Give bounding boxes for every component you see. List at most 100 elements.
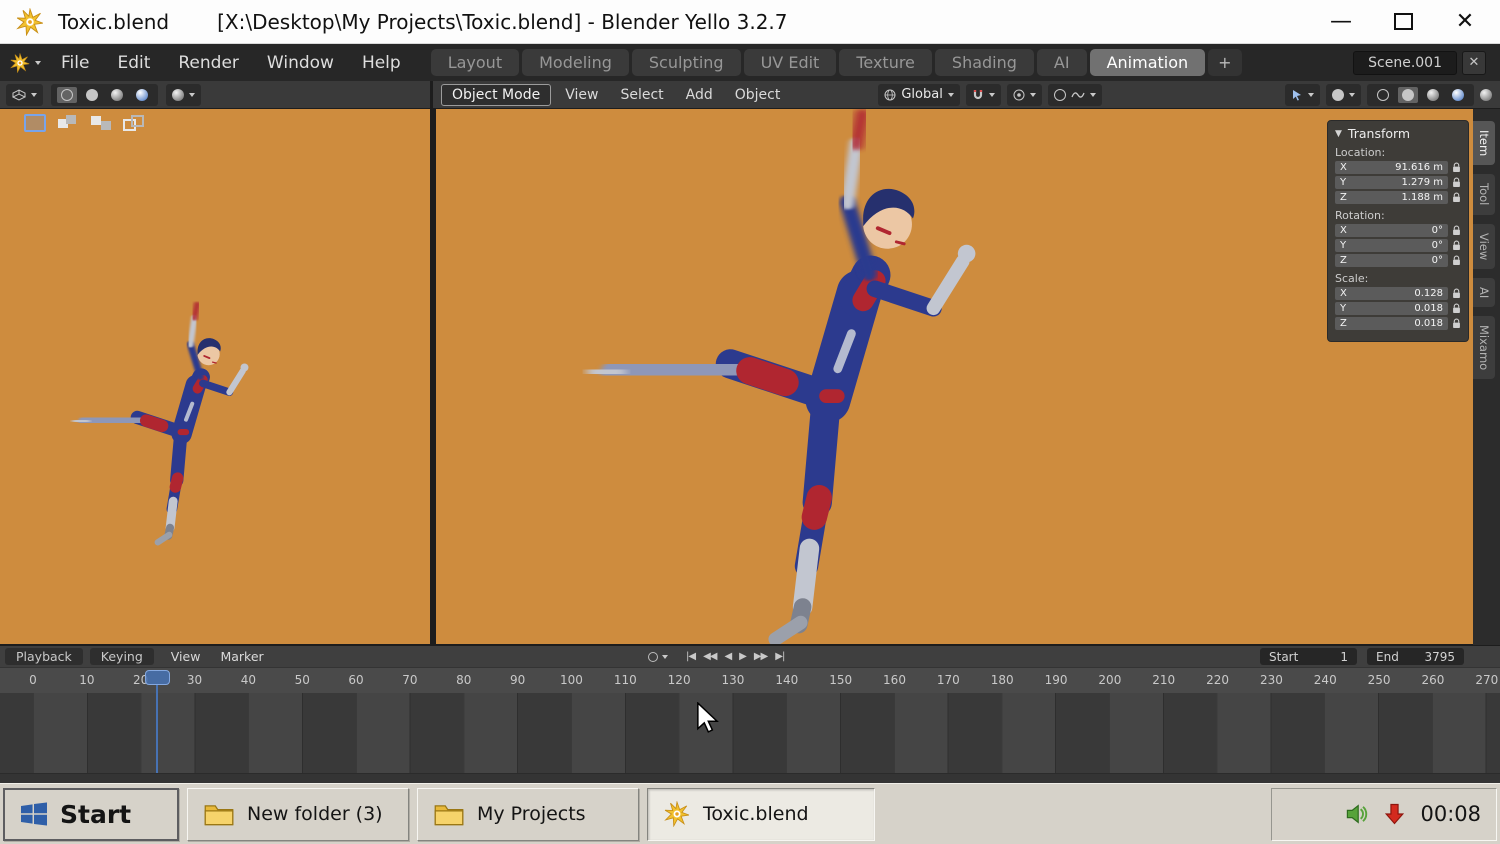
scale-z-field[interactable]: Z 0.018 — [1335, 317, 1448, 330]
proportional-falloff-button[interactable] — [1047, 83, 1102, 106]
layout-preset-icon[interactable] — [57, 114, 79, 132]
mode-dropdown[interactable]: Object Mode — [441, 83, 552, 106]
main-3d-viewport[interactable]: ▼ Transform Location: X 91.616 m Y 1.279 m… — [436, 109, 1473, 645]
sidebar-tab-item[interactable]: Item — [1473, 121, 1495, 166]
material-mode-button[interactable] — [1423, 87, 1443, 103]
shading-options-icon[interactable] — [1480, 88, 1492, 101]
auto-key-button[interactable] — [648, 651, 658, 662]
gizmos-button[interactable] — [1285, 83, 1320, 106]
taskbar-item-toxic-blend[interactable]: Toxic.blend — [647, 787, 875, 841]
character-object-small[interactable] — [70, 301, 256, 549]
sidebar-tab-view[interactable]: View — [1473, 223, 1495, 269]
sidebar-tab-mixamo[interactable]: Mixamo — [1473, 316, 1495, 380]
maximize-button[interactable] — [1390, 9, 1416, 35]
lock-icon[interactable] — [1452, 303, 1461, 314]
lock-icon[interactable] — [1452, 162, 1461, 173]
editor-type-button[interactable] — [6, 83, 43, 106]
next-keyframe-button[interactable]: ▶▶ — [752, 651, 769, 662]
scale-x-field[interactable]: X 0.128 — [1335, 287, 1448, 300]
tab-uv-edit[interactable]: UV Edit — [743, 49, 837, 76]
timeline-tracks[interactable] — [0, 693, 1500, 773]
prev-keyframe-button[interactable]: ◀◀ — [701, 651, 718, 662]
menu-timeline-view[interactable]: View — [161, 649, 211, 664]
layout-preset-icon[interactable] — [90, 114, 112, 132]
menu-help[interactable]: Help — [348, 53, 415, 73]
tab-modeling[interactable]: Modeling — [522, 49, 629, 76]
taskbar-item-my-projects[interactable]: My Projects — [417, 787, 639, 841]
character-object[interactable] — [582, 109, 992, 645]
transform-orientation-dropdown[interactable]: Global — [878, 83, 960, 106]
blender-menu-button[interactable] — [10, 53, 41, 73]
scene-unlink-button[interactable]: ✕ — [1462, 50, 1486, 75]
layout-preset-icon-active[interactable] — [24, 114, 46, 132]
download-tray-icon[interactable] — [1385, 803, 1404, 825]
location-y-field[interactable]: Y 1.279 m — [1335, 176, 1448, 189]
location-x-row: X 91.616 m — [1335, 161, 1461, 174]
location-z-field[interactable]: Z 1.188 m — [1335, 191, 1448, 204]
end-frame-field[interactable]: End 3795 — [1367, 648, 1464, 665]
menu-select[interactable]: Select — [612, 87, 671, 103]
secondary-3d-viewport[interactable] — [0, 109, 430, 645]
wireframe-mode-button[interactable] — [1373, 87, 1393, 103]
shading-rendered-button[interactable] — [132, 87, 152, 103]
lock-icon[interactable] — [1452, 225, 1461, 236]
overlays-dropdown-button[interactable] — [1326, 83, 1361, 106]
scale-y-field[interactable]: Y 0.018 — [1335, 302, 1448, 315]
lock-icon[interactable] — [1452, 192, 1461, 203]
add-workspace-button[interactable]: + — [1208, 49, 1242, 76]
menu-render[interactable]: Render — [164, 53, 253, 73]
scene-selector[interactable]: Scene.001 — [1353, 50, 1457, 75]
lock-icon[interactable] — [1452, 255, 1461, 266]
taskbar-item-new-folder[interactable]: New folder (3) — [187, 787, 409, 841]
proportional-edit-button[interactable] — [1006, 83, 1042, 106]
tab-sculpting[interactable]: Sculpting — [631, 49, 741, 76]
menu-edit[interactable]: Edit — [103, 53, 164, 73]
blender-logo-icon — [10, 53, 30, 73]
location-x-field[interactable]: X 91.616 m — [1335, 161, 1448, 174]
snapping-button[interactable] — [965, 83, 1001, 106]
lock-icon[interactable] — [1452, 240, 1461, 251]
play-button[interactable]: ▶ — [737, 651, 748, 662]
rotation-z-field[interactable]: Z 0° — [1335, 254, 1448, 267]
proportional-edit-icon — [1013, 89, 1025, 100]
solid-mode-button[interactable] — [1398, 86, 1418, 103]
overlays-button[interactable] — [166, 83, 201, 106]
shading-wireframe-button[interactable] — [57, 86, 77, 103]
menu-playback[interactable]: Playback — [5, 648, 83, 665]
rendered-mode-button[interactable] — [1448, 87, 1468, 103]
tab-layout[interactable]: Layout — [430, 49, 520, 76]
lock-icon[interactable] — [1452, 318, 1461, 329]
tab-animation[interactable]: Animation — [1089, 49, 1206, 76]
sidebar-tab-ai[interactable]: AI — [1473, 277, 1495, 308]
minimize-button[interactable]: — — [1328, 9, 1354, 35]
blender-window: Toxic.blend [X:\Desktop\My Projects\Toxi… — [0, 0, 1500, 844]
shading-material-button[interactable] — [107, 87, 127, 103]
menu-window[interactable]: Window — [253, 53, 348, 73]
menu-add[interactable]: Add — [678, 87, 721, 103]
shading-solid-button[interactable] — [82, 87, 102, 103]
tab-shading[interactable]: Shading — [934, 49, 1034, 76]
close-button[interactable]: ✕ — [1452, 9, 1478, 35]
playhead-handle[interactable] — [144, 670, 170, 685]
jump-to-end-button[interactable]: ▶| — [773, 651, 786, 662]
lock-icon[interactable] — [1452, 177, 1461, 188]
volume-icon[interactable] — [1345, 803, 1369, 825]
menu-object[interactable]: Object — [727, 87, 789, 103]
rotation-x-field[interactable]: X 0° — [1335, 224, 1448, 237]
menu-view[interactable]: View — [557, 87, 606, 103]
transform-panel-header[interactable]: ▼ Transform — [1335, 126, 1461, 141]
start-frame-field[interactable]: Start 1 — [1260, 648, 1357, 665]
jump-to-start-button[interactable]: |◀ — [684, 651, 697, 662]
menu-keying[interactable]: Keying — [89, 648, 154, 665]
play-reverse-button[interactable]: ◀ — [722, 651, 733, 662]
tab-texture[interactable]: Texture — [839, 49, 932, 76]
rotation-y-field[interactable]: Y 0° — [1335, 239, 1448, 252]
lock-icon[interactable] — [1452, 288, 1461, 299]
sidebar-tab-tool[interactable]: Tool — [1473, 174, 1495, 215]
timeline-ruler[interactable]: 0 10 20 30 40 50 60 70 80 90 100 110 120 130 140 150 160… — [0, 667, 1500, 693]
start-button[interactable]: Start — [3, 787, 179, 841]
layout-preset-icon[interactable] — [123, 114, 145, 132]
menu-marker[interactable]: Marker — [210, 649, 273, 664]
menu-file[interactable]: File — [47, 53, 103, 73]
tab-ai[interactable]: AI — [1036, 49, 1087, 76]
